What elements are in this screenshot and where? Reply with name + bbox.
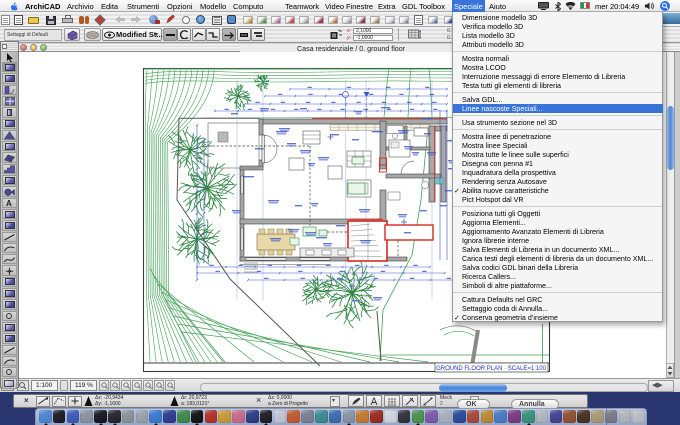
svg-text:GROUND FLOOR PLAN · SCALE=1:10: GROUND FLOOR PLAN · SCALE=1:100 — [436, 366, 547, 372]
